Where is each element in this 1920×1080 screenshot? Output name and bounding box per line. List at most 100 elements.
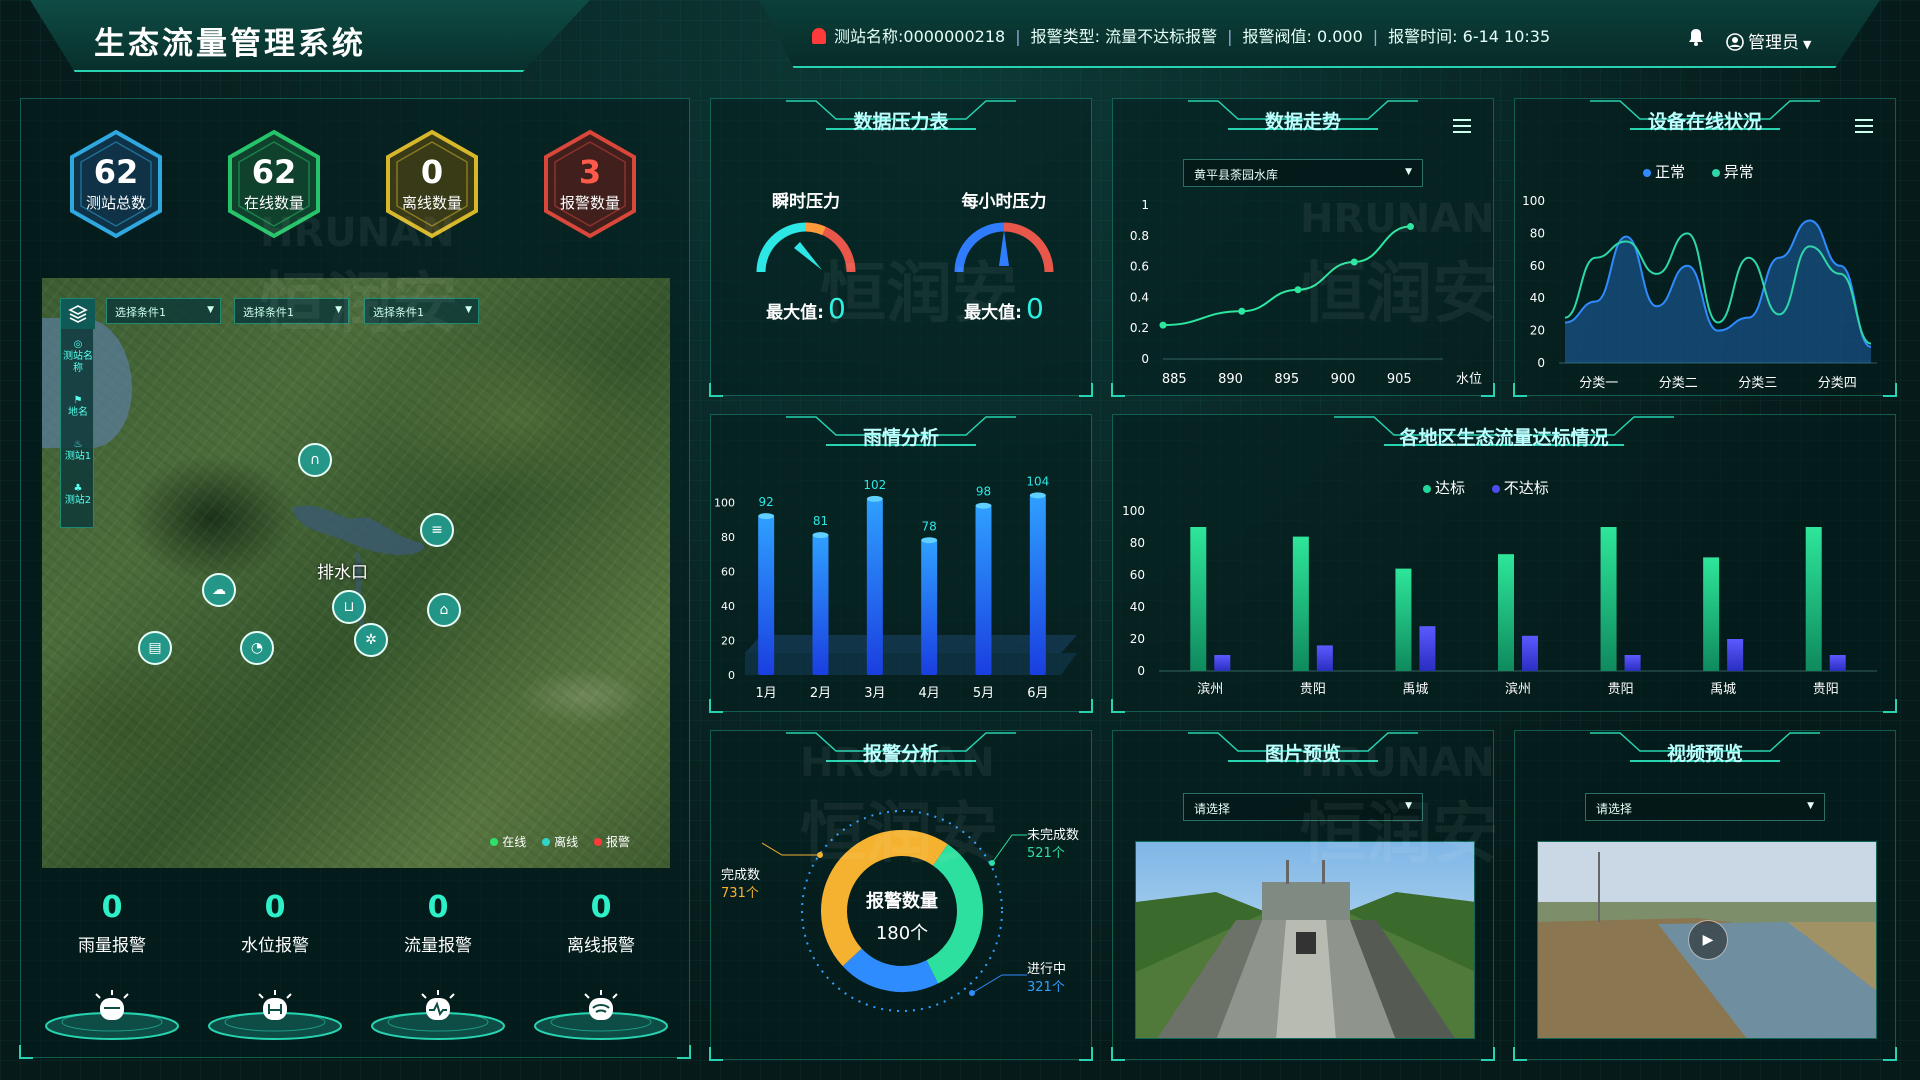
map-marker-station[interactable]: ▤ — [138, 631, 172, 665]
gauge-title: 瞬时压力 — [772, 192, 840, 212]
image-select[interactable]: 请选择 ▼ — [1183, 793, 1423, 821]
alert-label: 流量报警 — [404, 936, 472, 956]
menu-icon[interactable] — [1453, 119, 1471, 133]
station-map[interactable]: ◎ 测站名称 ⚑ 地名 ♨ 测站1 ♣ 测站2 选择条件1 ▼ 选择条件1 ▼ 选择条件1 ▼… — [42, 278, 670, 868]
bell-icon[interactable] — [1688, 28, 1704, 46]
gauge-hourly: 每小时压力 最大值: 0 — [929, 187, 1079, 325]
y-tick-label: 60 — [1130, 568, 1145, 582]
map-toolbar: ◎ 测站名称 ⚑ 地名 ♨ 测站1 ♣ 测站2 — [60, 298, 95, 528]
x-tick-label: 885 — [1162, 372, 1187, 387]
x-tick-label: 分类二 — [1659, 376, 1698, 391]
alert-flow[interactable]: 0 流量报警 — [368, 890, 508, 1050]
x-tick-label: 5月 — [973, 686, 994, 701]
panel-title: 雨情分析 — [862, 427, 939, 449]
bar-cap — [975, 502, 992, 509]
alarm-threshold: 报警阀值: 0.000 — [1242, 27, 1363, 46]
y-tick-label: 100 — [1122, 504, 1145, 518]
map-filter-3[interactable]: 选择条件1 ▼ — [364, 298, 479, 324]
alert-rain[interactable]: 0 雨量报警 — [42, 890, 182, 1050]
chevron-down-icon: ▼ — [1405, 167, 1412, 177]
chevron-down-icon: ▼ — [207, 305, 214, 315]
stat-label: 报警数量 — [559, 193, 620, 212]
map-marker-plant[interactable]: ✲ — [354, 623, 388, 657]
panel-title: 数据走势 — [1264, 111, 1341, 133]
stat-value: 0 — [420, 152, 444, 191]
trend-station-select[interactable]: 黄平县荼园水库 ▼ — [1183, 159, 1423, 187]
stat-alarms: 3 报警数量 — [540, 128, 640, 240]
bar-pass — [1190, 527, 1207, 671]
y-tick-label: 100 — [714, 496, 735, 509]
tool-station-name[interactable]: ◎ 测站名称 — [61, 339, 95, 375]
bar-cap — [866, 495, 883, 502]
y-tick-label: 60 — [721, 565, 735, 578]
page-title: 生态流量管理系统 — [94, 26, 366, 62]
menu-icon[interactable] — [1855, 119, 1873, 133]
map-marker-sensor[interactable]: ◔ — [240, 631, 274, 665]
stat-total-stations: 62 测站总数 — [66, 128, 166, 240]
layers-icon[interactable] — [61, 299, 95, 329]
stat-value: 62 — [251, 152, 297, 191]
video-select[interactable]: 请选择 ▼ — [1585, 793, 1825, 821]
alert-label: 雨量报警 — [78, 936, 146, 956]
alert-water-level[interactable]: 0 水位报警 — [205, 890, 345, 1050]
alert-summary: 0 雨量报警 0 水位报警 0 流量报警 0 离线报警 — [42, 890, 672, 1050]
bar — [1029, 495, 1046, 675]
y-tick-label: 80 — [1530, 226, 1545, 240]
chevron-down-icon: ▼ — [1803, 38, 1812, 51]
map-marker-gate[interactable]: ⊔ — [332, 590, 366, 624]
rain-panel: 雨情分析 0 20 40 60 80 100 92 1月 81 2月 102 3月 78 4月 98 5月 10… — [709, 414, 1093, 713]
map-marker-rain[interactable]: ☁ — [202, 573, 236, 607]
map-marker-dam[interactable]: ⌂ — [427, 593, 461, 627]
tool-station-2[interactable]: ♣ 测站2 — [61, 483, 95, 507]
alarm-ticker[interactable]: 测站名称:0000000218 | 报警类型: 流量不达标报警 | 报警阀值: 0.00… — [812, 23, 1550, 47]
region-legend: 达标 不达标 — [1423, 477, 1571, 498]
label-done: 完成数 731个 — [721, 868, 761, 901]
bar-cap — [921, 537, 938, 544]
panel-header: 视频预览 — [1590, 731, 1820, 771]
y-tick-label: 20 — [1130, 632, 1145, 646]
panel-header: 设备在线状况 — [1590, 99, 1820, 139]
bar-floor — [745, 653, 1077, 675]
video-preview-panel: 视频预览 请选择 ▼ ▶ — [1513, 730, 1897, 1061]
header: 生态流量管理系统 测站名称:0000000218 | 报警类型: 流量不达标报警 | 报… — [0, 0, 1920, 78]
x-tick-label: 贵阳 — [1813, 682, 1839, 697]
pressure-panel: 数据压力表 瞬时压力 最大值: 0 每小时压力 最大值: 0 — [709, 98, 1093, 397]
x-tick-label: 4月 — [919, 686, 940, 701]
alert-value: 0 — [590, 890, 612, 925]
leader-line — [761, 842, 820, 856]
bar-pass — [1703, 557, 1720, 671]
preview-video[interactable]: ▶ — [1537, 841, 1877, 1039]
map-filter-2[interactable]: 选择条件1 ▼ — [234, 298, 349, 324]
bar-pass — [1292, 536, 1309, 671]
user-menu[interactable]: 管理员 ▼ — [1726, 28, 1811, 53]
region-panel: 各地区生态流量达标情况 达标 不达标 0 20 40 60 80 100 滨州 贵阳 禹城 滨州 贵… — [1111, 414, 1897, 713]
gauge-max: 最大值: 0 — [964, 292, 1044, 325]
map-legend: 在线 离线 报警 — [478, 833, 630, 850]
panel-header: 数据走势 — [1188, 99, 1418, 139]
panel-title: 视频预览 — [1666, 743, 1743, 765]
play-icon[interactable]: ▶ — [1688, 920, 1728, 960]
donut-center-label: 报警数量 — [866, 891, 938, 912]
panel-title: 各地区生态流量达标情况 — [1399, 427, 1609, 449]
map-marker-bridge[interactable]: ≡ — [420, 513, 454, 547]
y-tick-label: 0.8 — [1130, 229, 1149, 243]
donut-center: 报警数量 180个 — [821, 887, 983, 945]
map-marker-tunnel[interactable]: ∩ — [298, 443, 332, 477]
tool-station-1[interactable]: ♨ 测站1 — [61, 439, 95, 463]
gauge-dial — [756, 222, 856, 273]
map-filter-1[interactable]: 选择条件1 ▼ — [106, 298, 221, 324]
alert-offline[interactable]: 0 离线报警 — [531, 890, 671, 1050]
y-tick-label: 40 — [1130, 600, 1145, 614]
x-tick-label: 895 — [1274, 372, 1299, 387]
tool-place-name[interactable]: ⚑ 地名 — [61, 395, 95, 419]
donut-center-value: 180个 — [875, 923, 929, 944]
x-tick-label: 6月 — [1027, 686, 1048, 701]
alert-label: 水位报警 — [241, 936, 309, 956]
x-tick-label: 贵阳 — [1300, 682, 1326, 697]
dam-photo — [1136, 842, 1474, 1038]
bar-fail — [1522, 635, 1538, 671]
bar-value-label: 81 — [813, 514, 828, 528]
chevron-down-icon: ▼ — [465, 305, 472, 315]
panel-title: 设备在线状况 — [1647, 111, 1762, 133]
preview-image[interactable] — [1135, 841, 1475, 1039]
